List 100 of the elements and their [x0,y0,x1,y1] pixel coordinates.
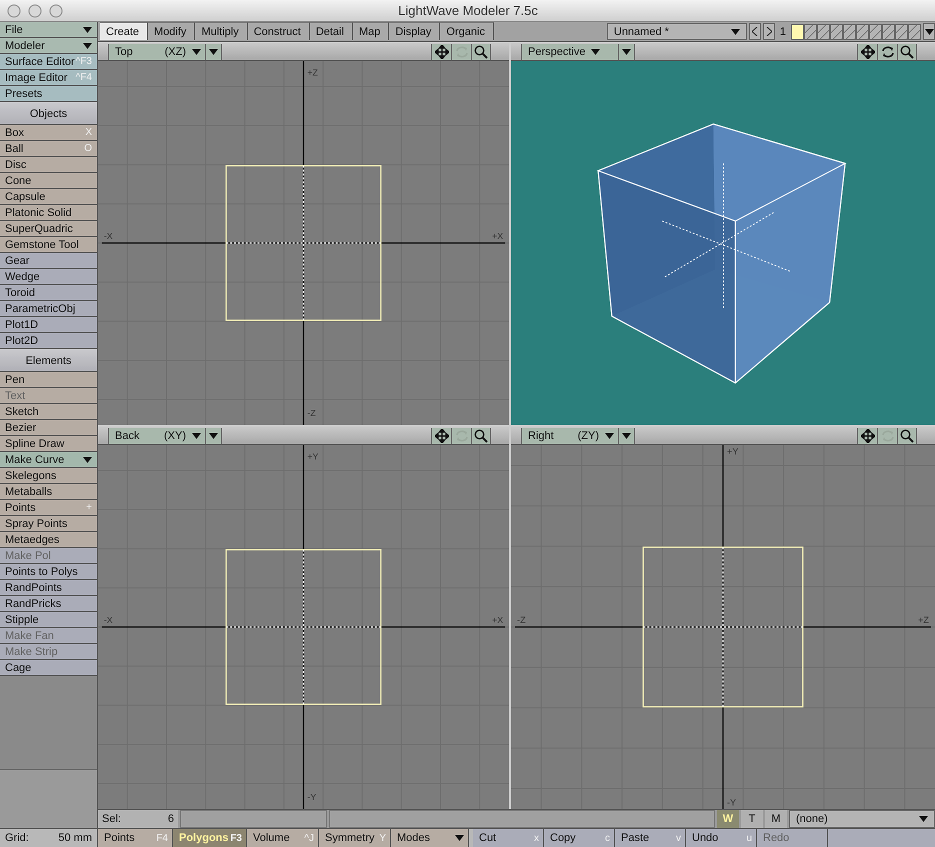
tool-button[interactable]: Presets [0,86,97,102]
tool-button[interactable]: Disc [0,157,97,173]
tool-button[interactable]: Toroid [0,285,97,301]
layer-toggle[interactable] [791,24,804,40]
view-dropdown[interactable]: Perspective [521,44,619,60]
layer-toggle[interactable] [869,24,882,40]
tool-button[interactable]: Points to Polys [0,564,97,580]
tool-button[interactable]: Ball O [0,141,97,157]
tool-button[interactable]: Bezier [0,420,97,436]
zoom-button[interactable] [471,428,491,444]
move-arrows-icon [860,428,874,442]
pan-button[interactable] [431,44,451,60]
tool-button[interactable]: Sketch [0,404,97,420]
tool-button[interactable]: Plot1D [0,317,97,333]
edit-button[interactable]: Paste v [615,829,686,847]
axis-label: -X [104,615,113,626]
tool-button[interactable]: Gear [0,253,97,269]
pan-button[interactable] [857,44,877,60]
tab[interactable]: Multiply [195,22,248,40]
selection-mode-button[interactable]: Volume ^J [247,829,319,847]
tool-button[interactable]: Pen [0,372,97,388]
selection-mode-button[interactable]: Points F4 [98,829,173,847]
section-header: Objects [0,102,97,125]
pan-button[interactable] [431,428,451,444]
layer-toggle[interactable] [856,24,869,40]
layer-toggle[interactable] [804,24,817,40]
tab[interactable]: Detail [310,22,353,40]
zoom-button[interactable] [897,428,917,444]
tool-button[interactable]: Capsule [0,189,97,205]
grid-label: Grid: [5,832,29,844]
tool-button[interactable]: Plot2D [0,333,97,349]
tool-button[interactable]: SuperQuadric [0,221,97,237]
layers-menu-button[interactable] [923,23,935,40]
menu-button[interactable]: Modeler [0,38,97,54]
caret-icon [83,456,92,462]
tool-button[interactable]: RandPricks [0,596,97,612]
tab[interactable]: Organic [440,22,494,40]
tab[interactable]: Map [352,22,390,40]
surface-dropdown[interactable]: (none) [789,810,935,828]
tool-button[interactable]: RandPoints [0,580,97,596]
tool-button[interactable]: Cage [0,660,97,676]
window-control-icon[interactable] [49,4,63,18]
layer-toggle[interactable] [830,24,843,40]
tool-button[interactable]: Platonic Solid [0,205,97,221]
tool-button[interactable]: Metaedges [0,532,97,548]
edit-button[interactable]: Copy c [544,829,615,847]
render-menu-button[interactable] [619,428,635,444]
menu-button[interactable]: File [0,22,97,38]
tool-button[interactable]: Stipple [0,612,97,628]
caret-icon [455,835,464,841]
window-control-icon[interactable] [28,4,42,18]
tool-button[interactable]: Spline Draw [0,436,97,452]
modes-dropdown[interactable]: Modes [391,829,469,847]
window-title: LightWave Modeler 7.5c [397,3,539,18]
layer-toggle[interactable] [817,24,830,40]
magnifier-icon [900,428,914,442]
layer-toggle[interactable] [843,24,856,40]
axis-label: +X [492,615,504,626]
zoom-button[interactable] [471,44,491,60]
tool-button[interactable]: Cone [0,173,97,189]
object-dropdown[interactable]: Unnamed * [606,23,747,40]
map-mode-button[interactable]: M [765,810,787,828]
tool-button[interactable]: Wedge [0,269,97,285]
pan-button[interactable] [857,428,877,444]
next-button[interactable] [762,23,775,40]
zoom-button[interactable] [897,44,917,60]
render-menu-button[interactable] [206,428,222,444]
tool-button[interactable]: Box X [0,125,97,141]
tool-button[interactable]: ParametricObj [0,301,97,317]
tool-button[interactable]: Skelegons [0,468,97,484]
tool-button[interactable]: Image Editor ^F4 [0,70,97,86]
selection-mode-button[interactable]: Symmetry Y [319,829,391,847]
tool-button[interactable]: Points + [0,500,97,516]
render-menu-button[interactable] [619,44,635,60]
tool-button[interactable]: Surface Editor^F3 [0,54,97,70]
caret-icon [83,26,92,32]
axis-label: -X [104,231,113,242]
layer-toggle[interactable] [882,24,895,40]
map-mode-button[interactable]: T [741,810,763,828]
tool-button[interactable]: Gemstone Tool [0,237,97,253]
rotate-button[interactable] [877,44,897,60]
tool-button[interactable]: Spray Points [0,516,97,532]
caret-icon [919,816,928,822]
tab[interactable]: Construct [248,22,310,40]
render-menu-button[interactable] [206,44,222,60]
move-arrows-icon [434,428,448,442]
view-dropdown[interactable]: Top (XZ) [108,44,206,60]
tab[interactable]: Modify [148,22,196,40]
tab[interactable]: Create [100,22,148,40]
tool-button[interactable]: Metaballs [0,484,97,500]
edit-button[interactable]: Undo u [686,829,757,847]
view-dropdown[interactable]: Right (ZY) [521,428,619,444]
menu-button[interactable]: Make Curve [0,452,97,468]
previous-button[interactable] [748,23,761,40]
tab[interactable]: Display [389,22,440,40]
layer-toggle[interactable] [908,24,921,40]
edit-button[interactable]: Cut x [473,829,544,847]
view-dropdown[interactable]: Back (XY) [108,428,206,444]
window-control-icon[interactable] [7,4,21,18]
layer-toggle[interactable] [895,24,908,40]
